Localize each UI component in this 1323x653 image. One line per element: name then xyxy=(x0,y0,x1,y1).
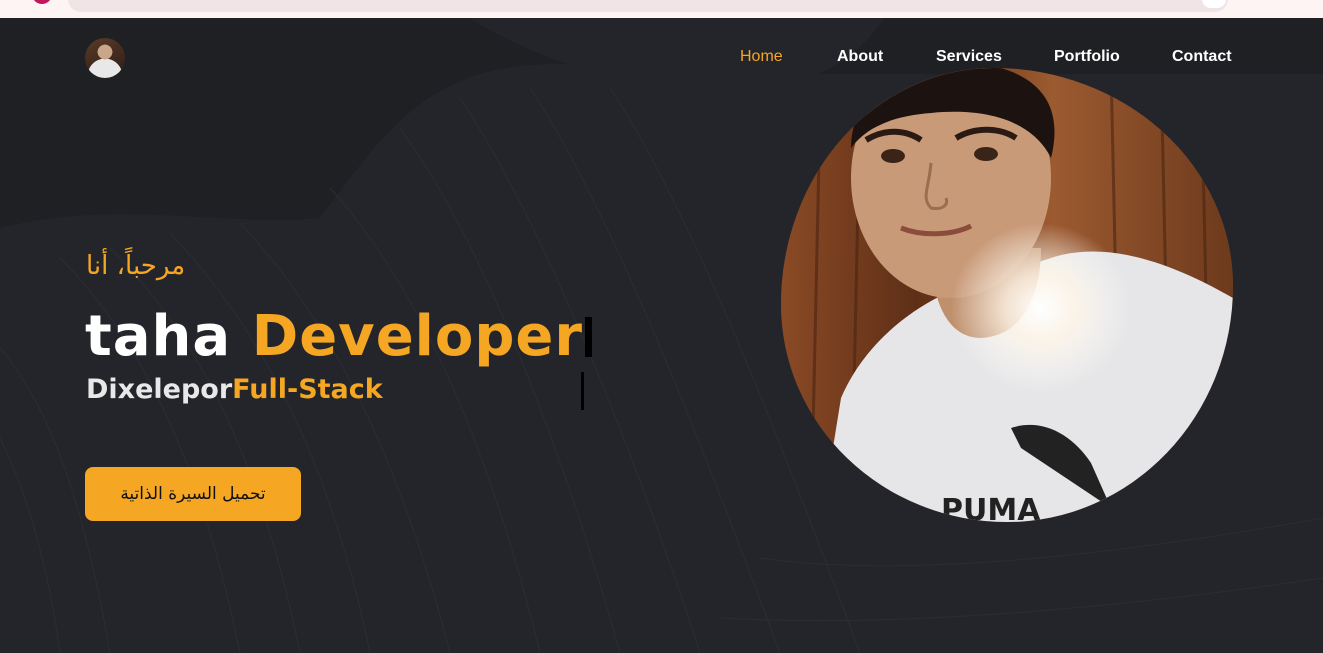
nav-link-about[interactable]: About xyxy=(837,48,883,66)
nav-link-portfolio[interactable]: Portfolio xyxy=(1054,48,1120,66)
nav-link-home[interactable]: Home xyxy=(740,48,783,66)
browser-profile-icon[interactable] xyxy=(32,0,52,4)
hero-greeting: مرحباً، أنا xyxy=(86,251,186,281)
nav-link-contact[interactable]: Contact xyxy=(1172,48,1232,66)
typing-cursor xyxy=(585,317,593,357)
hero-role-typed: Developer xyxy=(251,304,584,369)
hero-subtitle: DixeleporFull-Stack xyxy=(86,374,383,405)
subtitle-part-1: Dixelepor xyxy=(86,374,233,405)
subtitle-part-2: Full-Stack xyxy=(232,374,383,405)
address-bar[interactable] xyxy=(68,0,1228,12)
hero-name: taha xyxy=(85,304,232,369)
download-cv-button[interactable]: تحميل السيرة الذاتية xyxy=(85,467,301,521)
nav-link-services[interactable]: Services xyxy=(936,48,1002,66)
hero-title: taha Developer xyxy=(85,304,593,369)
typing-cursor-secondary xyxy=(581,372,584,410)
browser-toolbar xyxy=(0,0,1323,18)
main-navigation: Home About Services Portfolio Contact xyxy=(0,48,1323,72)
hero-section: Home About Services Portfolio Contact مر… xyxy=(0,18,1323,653)
profile-photo: PUMA xyxy=(781,68,1233,522)
